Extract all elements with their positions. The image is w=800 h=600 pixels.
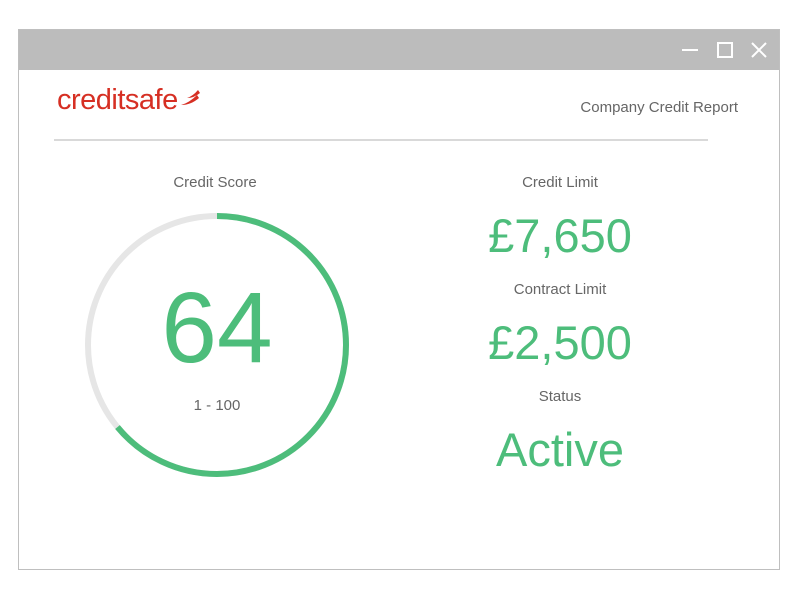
credit-score-range: 1 - 100 [193, 397, 241, 414]
maximize-icon[interactable] [714, 39, 736, 61]
credit-limit-label: Credit Limit [522, 174, 598, 191]
credit-score-value: 64 [161, 272, 273, 384]
logo-text-credit: credit [57, 84, 125, 116]
contract-limit-value: £2,500 [488, 316, 632, 369]
status-value: Active [496, 423, 624, 476]
close-icon[interactable] [748, 39, 770, 61]
status-label: Status [538, 388, 582, 405]
logo-swoosh-icon [179, 84, 201, 113]
report-title: Company Credit Report [580, 99, 738, 116]
logo-text-safe: safe [124, 84, 178, 116]
contract-limit-label: Contract Limit [513, 281, 607, 298]
title-bar[interactable] [19, 30, 779, 70]
header-divider [54, 139, 708, 141]
minimize-icon[interactable] [679, 39, 701, 61]
creditsafe-logo: creditsafe [57, 86, 201, 115]
credit-score-label: Credit Score [173, 174, 257, 191]
credit-limit-value: £7,650 [488, 209, 632, 262]
